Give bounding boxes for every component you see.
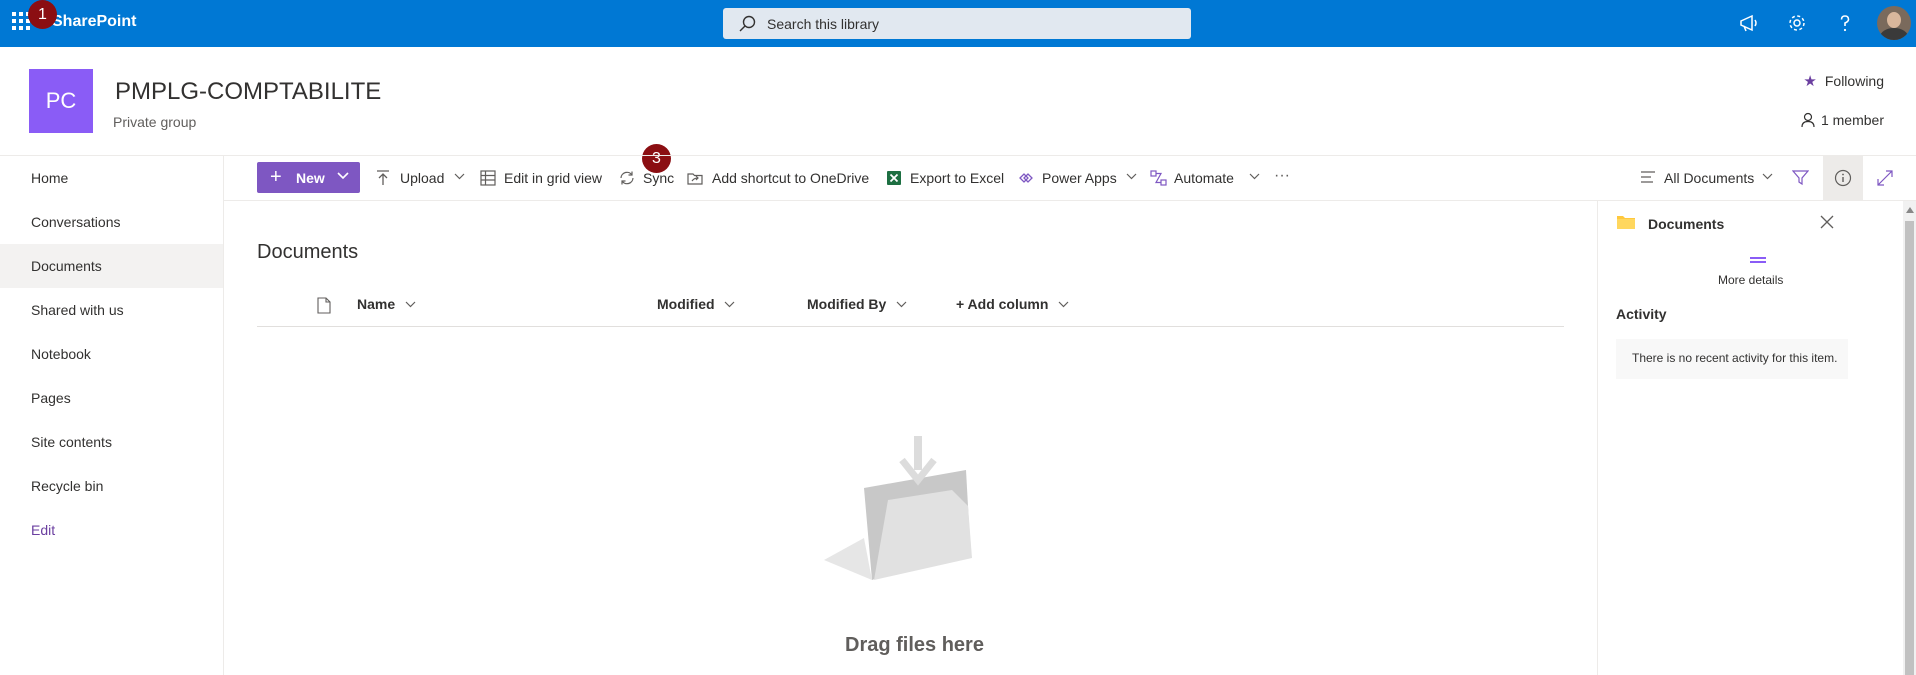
- chevron-down-icon: [337, 172, 349, 180]
- chevron-down-icon: [1762, 173, 1773, 180]
- star-icon: ★: [1803, 73, 1817, 90]
- column-name-label: Name: [357, 296, 396, 312]
- upload-icon: [377, 170, 389, 185]
- add-shortcut-label: Add shortcut to OneDrive: [712, 170, 870, 186]
- person-icon: [1801, 112, 1815, 128]
- column-modified-label: Modified: [657, 296, 715, 312]
- follow-label: Following: [1824, 73, 1884, 89]
- activity-empty-text: There is no recent activity for this ite…: [1632, 351, 1838, 365]
- more-details-icon[interactable]: [1750, 257, 1766, 263]
- nav-item-pages[interactable]: Pages: [0, 376, 223, 420]
- filter-icon: [1792, 170, 1809, 186]
- grid-icon: [480, 170, 496, 186]
- members-button[interactable]: 1 member: [1801, 112, 1884, 128]
- edit-grid-view-label: Edit in grid view: [504, 170, 603, 186]
- site-subtitle: Private group: [113, 114, 197, 130]
- nav-item-site-contents[interactable]: Site contents: [0, 420, 223, 464]
- upload-button[interactable]: Upload: [376, 168, 466, 188]
- help-icon[interactable]: [1833, 11, 1857, 35]
- details-scrollbar[interactable]: [1903, 201, 1916, 675]
- gear-icon[interactable]: [1785, 11, 1809, 35]
- nav-item-conversations[interactable]: Conversations: [0, 200, 223, 244]
- more-details-link[interactable]: More details: [1718, 273, 1783, 287]
- details-pane-title: Documents: [1648, 216, 1725, 232]
- expand-icon: [1877, 170, 1893, 186]
- chevron-down-icon: [454, 173, 465, 180]
- list-view-icon: [1641, 171, 1655, 183]
- nav-edit-link[interactable]: Edit: [0, 508, 223, 552]
- details-pane: Documents More details Activity There is…: [1597, 201, 1916, 675]
- activity-heading: Activity: [1616, 306, 1667, 322]
- empty-state-text: Drag files here: [845, 634, 984, 656]
- upload-label: Upload: [400, 170, 445, 186]
- more-commands-button[interactable]: ···: [1274, 166, 1304, 186]
- automate-icon: [1150, 170, 1167, 186]
- chevron-down-icon: [405, 301, 416, 308]
- empty-folder-illustration: [824, 436, 972, 580]
- nav-item-notebook[interactable]: Notebook: [0, 332, 223, 376]
- chevron-down-icon: [725, 301, 735, 308]
- site-title[interactable]: PMPLG-COMPTABILITE: [115, 78, 381, 106]
- power-apps-icon: [1019, 173, 1033, 183]
- step-badge-1: 1: [28, 0, 57, 29]
- filter-button[interactable]: [1792, 168, 1812, 188]
- left-nav: Home Conversations Documents Shared with…: [0, 156, 224, 675]
- nav-item-documents[interactable]: Documents: [0, 244, 223, 288]
- expand-button[interactable]: [1877, 168, 1897, 188]
- site-header: PC PMPLG-COMPTABILITE Private group ★ Fol…: [0, 47, 1916, 156]
- column-header-divider: [257, 326, 1564, 327]
- nav-item-shared-with-us[interactable]: Shared with us: [0, 288, 223, 332]
- info-pane-toggle[interactable]: [1823, 156, 1863, 200]
- search-box[interactable]: Search this library: [723, 8, 1191, 39]
- close-icon[interactable]: [1820, 215, 1834, 229]
- suite-bar: SharePoint Search this library: [0, 0, 1916, 47]
- folder-icon: [1617, 216, 1635, 229]
- new-button[interactable]: + New: [257, 162, 360, 193]
- chevron-down-icon: [1249, 173, 1260, 180]
- members-label: 1 member: [1820, 112, 1884, 128]
- power-apps-button[interactable]: Power Apps: [1018, 168, 1138, 188]
- avatar[interactable]: [1877, 6, 1911, 40]
- view-switcher-label: All Documents: [1664, 170, 1755, 186]
- sync-label: Sync: [643, 170, 675, 186]
- chevron-down-icon: [1126, 173, 1137, 180]
- chevron-down-icon: [1058, 301, 1069, 308]
- megaphone-icon[interactable]: [1737, 11, 1761, 35]
- scroll-up-arrow[interactable]: [1906, 207, 1914, 213]
- library-title: Documents: [257, 241, 359, 263]
- nav-item-recycle-bin[interactable]: Recycle bin: [0, 464, 223, 508]
- follow-button[interactable]: ★ Following: [1803, 72, 1884, 90]
- command-bar: + New Upload Edit in grid view Sync Add …: [224, 156, 1916, 201]
- plus-icon: +: [270, 166, 282, 188]
- view-switcher[interactable]: All Documents: [1640, 168, 1775, 188]
- sync-button[interactable]: Sync: [619, 168, 679, 188]
- sync-icon: [620, 171, 634, 185]
- new-button-label: New: [296, 170, 325, 186]
- search-icon: [739, 15, 756, 32]
- scroll-thumb[interactable]: [1905, 221, 1914, 675]
- add-column-button[interactable]: + Add column: [956, 296, 1069, 312]
- brand-link[interactable]: SharePoint: [52, 13, 136, 31]
- column-header-modified-by[interactable]: Modified By: [807, 296, 907, 312]
- file-type-icon[interactable]: [317, 297, 331, 314]
- info-icon: [1834, 169, 1852, 187]
- edit-grid-view-button[interactable]: Edit in grid view: [480, 168, 610, 188]
- nav-item-home[interactable]: Home: [0, 156, 223, 200]
- export-excel-label: Export to Excel: [910, 170, 1005, 186]
- column-header-name[interactable]: Name: [357, 296, 416, 312]
- activity-empty-box: There is no recent activity for this ite…: [1616, 339, 1848, 379]
- column-header-modified[interactable]: Modified: [657, 296, 735, 312]
- column-modified-by-label: Modified By: [807, 296, 887, 312]
- site-logo[interactable]: PC: [29, 69, 93, 133]
- automate-button[interactable]: Automate: [1150, 168, 1262, 188]
- export-excel-button[interactable]: Export to Excel: [886, 168, 1006, 188]
- automate-label: Automate: [1174, 170, 1234, 186]
- add-column-label: + Add column: [956, 296, 1049, 312]
- power-apps-label: Power Apps: [1042, 170, 1117, 186]
- add-shortcut-button[interactable]: Add shortcut to OneDrive: [687, 168, 877, 188]
- chevron-down-icon: [896, 301, 907, 308]
- search-input[interactable]: Search this library: [767, 16, 879, 32]
- excel-icon: [887, 171, 901, 185]
- shortcut-icon: [687, 173, 703, 185]
